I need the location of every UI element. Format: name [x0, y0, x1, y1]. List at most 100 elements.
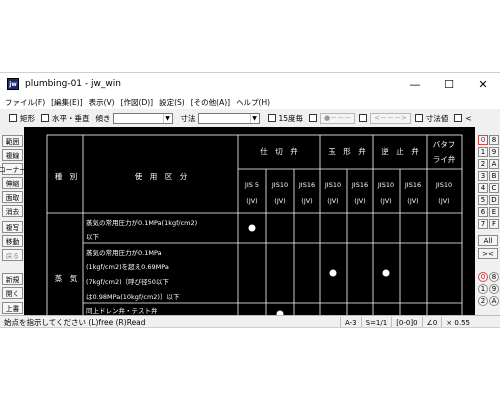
- degree15-checkbox[interactable]: [267, 114, 276, 122]
- extra-label: <: [465, 113, 472, 123]
- tool-range-button[interactable]: 範囲: [2, 135, 23, 147]
- header-usage: 使 用 区 分: [135, 171, 188, 181]
- status-message: 始点を指示してください (L)free (R)Read: [4, 318, 146, 327]
- layer-status-button[interactable]: [0-0]0: [391, 316, 421, 327]
- extra-checkbox[interactable]: [454, 114, 463, 122]
- menu-help[interactable]: ヘルプ(H): [236, 97, 270, 108]
- sub-std-2: JIS10: [271, 181, 288, 189]
- layer-5-button[interactable]: 5: [478, 195, 488, 205]
- left-tool-panel: 範囲 複線 コーナー 伸縮 面取 消去 複写 移動 戻る 新規 開く 上書: [0, 127, 26, 315]
- valve-table-drawing: 種 別 使 用 区 分 仕 切 弁 玉 形 弁 逆 止 弁 バタフ ライ弁 JI…: [46, 134, 463, 315]
- angle-button[interactable]: ∠0: [421, 316, 442, 327]
- mark-row1-gate-jis5: [248, 224, 256, 232]
- row2-line3: (7kgf/cm2)〔呼び径50以下: [86, 277, 169, 286]
- chevron-down-icon: ▼: [249, 113, 259, 123]
- header-check-valve: 逆 止 弁: [381, 146, 419, 156]
- dimension-select[interactable]: ▼: [197, 112, 260, 124]
- layer-4-button[interactable]: 4: [478, 183, 488, 193]
- layer-3-button[interactable]: 3: [478, 171, 488, 181]
- tool-move-button[interactable]: 移動: [2, 235, 23, 247]
- layer-1-button[interactable]: 1: [478, 147, 488, 157]
- group-a-button[interactable]: A: [489, 296, 499, 306]
- tool-copy-button[interactable]: 複写: [2, 221, 23, 233]
- row3-line1: 同上ドレン弁・テスト弁: [86, 306, 158, 315]
- maximize-button[interactable]: ☐: [432, 73, 466, 95]
- group-0-button[interactable]: 0: [478, 272, 488, 282]
- dim-both-button[interactable]: <－－－>: [370, 112, 411, 124]
- horizontal-vertical-checkbox[interactable]: [41, 114, 49, 122]
- tool-chamfer-button[interactable]: 面取: [2, 191, 23, 203]
- tool-offset-button[interactable]: 複線: [2, 149, 23, 161]
- sub-std-7: JIS16: [404, 181, 421, 189]
- minimize-button[interactable]: —: [398, 73, 432, 95]
- layer-all-button[interactable]: All: [478, 235, 498, 246]
- file-new-button[interactable]: 新規: [2, 273, 23, 285]
- tilt-label: 傾き: [95, 113, 111, 123]
- dim-start-button[interactable]: ●－－－: [320, 112, 356, 124]
- sub-jv-1: (JV): [246, 197, 257, 205]
- sub-jv-7: (JV): [407, 197, 418, 205]
- rect-checkbox[interactable]: [9, 114, 17, 122]
- layer-7-button[interactable]: 7: [478, 219, 488, 229]
- dimension-label: 寸法: [180, 113, 196, 123]
- title-bar: jw plumbing-01 - jw_win — ☐ ✕: [0, 73, 500, 95]
- row2-line2: (1kgf/cm2)を超え0.69MPa: [86, 262, 169, 271]
- header-gate-valve: 仕 切 弁: [260, 146, 298, 156]
- row1-line1: 蒸気の常用圧力が0.1MPa(1kgf/cm2): [86, 218, 197, 227]
- group-8-button[interactable]: 8: [489, 272, 499, 282]
- tilt-select[interactable]: ▼: [112, 112, 173, 124]
- layer-6-button[interactable]: 6: [478, 207, 488, 217]
- menu-other[interactable]: [その他(A)]: [191, 97, 230, 108]
- layer-group-8-button[interactable]: 8: [489, 135, 499, 145]
- dim-both-checkbox[interactable]: [359, 114, 368, 122]
- degree15-label: 15度毎: [278, 113, 304, 123]
- tool-erase-button[interactable]: 消去: [2, 205, 23, 217]
- sub-std-6: JIS10: [377, 181, 394, 189]
- chevron-down-icon: ▼: [162, 113, 172, 123]
- layer-d-button[interactable]: D: [489, 195, 499, 205]
- paper-size-button[interactable]: A-3: [340, 316, 361, 327]
- sub-jv-2: (JV): [274, 197, 285, 205]
- layer-group-0-button[interactable]: 0: [478, 135, 488, 145]
- group-1-button[interactable]: 1: [478, 284, 488, 294]
- row1-line2: 以下: [86, 233, 100, 241]
- menu-bar: ファイル(F) [編集(E)] 表示(V) [作図(D)] 設定(S) [その他…: [0, 95, 500, 109]
- layer-9-button[interactable]: 9: [489, 147, 499, 157]
- header-globe-valve: 玉 形 弁: [328, 146, 366, 156]
- sub-jv-3: (JV): [301, 197, 312, 205]
- layer-panel: 0 8 1 9 2 A 3 B 4 C 5 D 6 E 7 F All >< 0…: [476, 127, 500, 315]
- window-title: plumbing-01 - jw_win: [25, 79, 121, 89]
- scale-button[interactable]: S=1/1: [360, 316, 392, 327]
- header-butterfly-2: ライ弁: [433, 154, 456, 164]
- applicability-marks: [248, 224, 390, 315]
- group-2-button[interactable]: 2: [478, 296, 488, 306]
- file-save-button[interactable]: 上書: [2, 302, 23, 314]
- menu-settings[interactable]: 設定(S): [159, 97, 185, 108]
- drawing-canvas[interactable]: 種 別 使 用 区 分 仕 切 弁 玉 形 弁 逆 止 弁 バタフ ライ弁 JI…: [24, 127, 475, 315]
- dim-mode-checkbox[interactable]: [309, 114, 318, 122]
- group-9-button[interactable]: 9: [489, 284, 499, 294]
- sub-jv-5: (JV): [354, 197, 365, 205]
- tool-stretch-button[interactable]: 伸縮: [2, 177, 23, 189]
- tool-undo-button[interactable]: 戻る: [2, 249, 23, 261]
- layer-c-button[interactable]: C: [489, 183, 499, 193]
- zoom-button[interactable]: × 0.55: [441, 316, 474, 327]
- layer-toggle-button[interactable]: ><: [478, 248, 498, 259]
- app-icon: jw: [7, 78, 19, 90]
- kind-steam: 蒸 気: [55, 273, 78, 283]
- dimension-value-checkbox[interactable]: [414, 114, 423, 122]
- layer-2-button[interactable]: 2: [478, 159, 488, 169]
- file-open-button[interactable]: 開く: [2, 287, 23, 299]
- menu-draw[interactable]: [作図(D)]: [121, 97, 153, 108]
- menu-edit[interactable]: [編集(E)]: [51, 97, 82, 108]
- layer-e-button[interactable]: E: [489, 207, 499, 217]
- layer-f-button[interactable]: F: [489, 219, 499, 229]
- horizontal-vertical-label: 水平・垂直: [52, 113, 90, 123]
- layer-b-button[interactable]: B: [489, 171, 499, 181]
- menu-view[interactable]: 表示(V): [89, 97, 115, 108]
- close-button[interactable]: ✕: [466, 73, 500, 95]
- tool-corner-button[interactable]: コーナー: [0, 163, 26, 175]
- jw-cad-window: jw plumbing-01 - jw_win — ☐ ✕ ファイル(F) [編…: [0, 72, 500, 328]
- layer-a-button[interactable]: A: [489, 159, 499, 169]
- menu-file[interactable]: ファイル(F): [5, 97, 45, 108]
